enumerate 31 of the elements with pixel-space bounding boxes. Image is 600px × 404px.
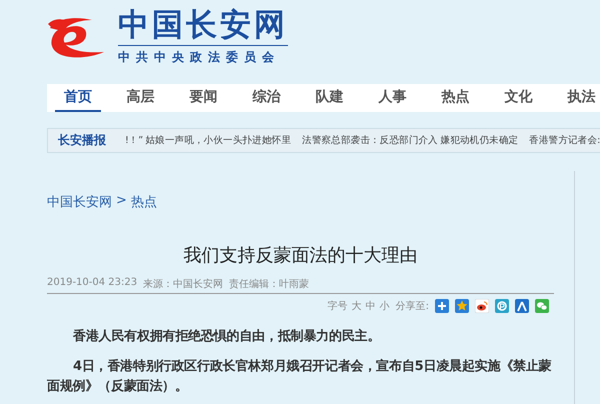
site-title: 中国长安网 <box>118 6 288 46</box>
article-paragraph: 香港人民有权拥有拒绝恐惧的自由，抵制暴力的民主。 <box>72 328 382 346</box>
font-size-label: 字号 <box>328 300 348 313</box>
nav-tab[interactable]: 队建 <box>298 84 361 112</box>
plus-share-icon[interactable] <box>435 299 449 313</box>
article-source: 来源：中国长安网 <box>143 278 224 291</box>
ticker-label: 长安播报 <box>58 132 106 149</box>
nav-tab[interactable]: 高层 <box>109 84 172 112</box>
breadcrumb-separator: > <box>116 193 127 210</box>
nav-tab[interactable]: 要闻 <box>172 84 235 112</box>
nav-tab[interactable]: 综治 <box>235 84 298 112</box>
site-subtitle: 中共中央政法委员会 <box>118 48 281 66</box>
chat-share-icon[interactable] <box>535 299 549 313</box>
eye-share-icon[interactable] <box>475 299 489 313</box>
share-label: 分享至: <box>396 300 429 313</box>
nav-tab[interactable]: 执法 <box>550 84 600 112</box>
news-link[interactable]: !！” 姑娘一声吼，小伙一头扑进她怀里 <box>125 134 292 147</box>
article-paragraph: 4日，香港特别行政区行政长官林郑月娥召开记者会，宣布自5日凌晨起实施《禁止蒙面规例》（反蒙面法）。 <box>47 358 552 396</box>
news-link[interactable]: 香港警方记者会: <box>529 134 600 147</box>
nav-tab[interactable]: 热点 <box>424 84 487 112</box>
news-link[interactable]: 法警察总部袭击：反恐部门介入 嫌犯动机仍未确定 <box>302 134 518 147</box>
article-editor: 责任编辑：叶雨蒙 <box>229 278 310 291</box>
breadcrumb-link[interactable]: 热点 <box>130 193 157 211</box>
nav-tab[interactable]: 首页 <box>55 84 101 112</box>
p-share-icon[interactable] <box>495 299 509 313</box>
breadcrumb-link[interactable]: 中国长安网 <box>47 193 112 211</box>
article-title: 我们支持反蒙面法的十大理由 <box>182 244 418 267</box>
nav-tab[interactable]: 文化 <box>487 84 550 112</box>
nav-tab[interactable]: 人事 <box>361 84 424 112</box>
publish-date: 2019-10-04 23:23 <box>47 277 138 290</box>
star-share-icon[interactable] <box>455 299 469 313</box>
